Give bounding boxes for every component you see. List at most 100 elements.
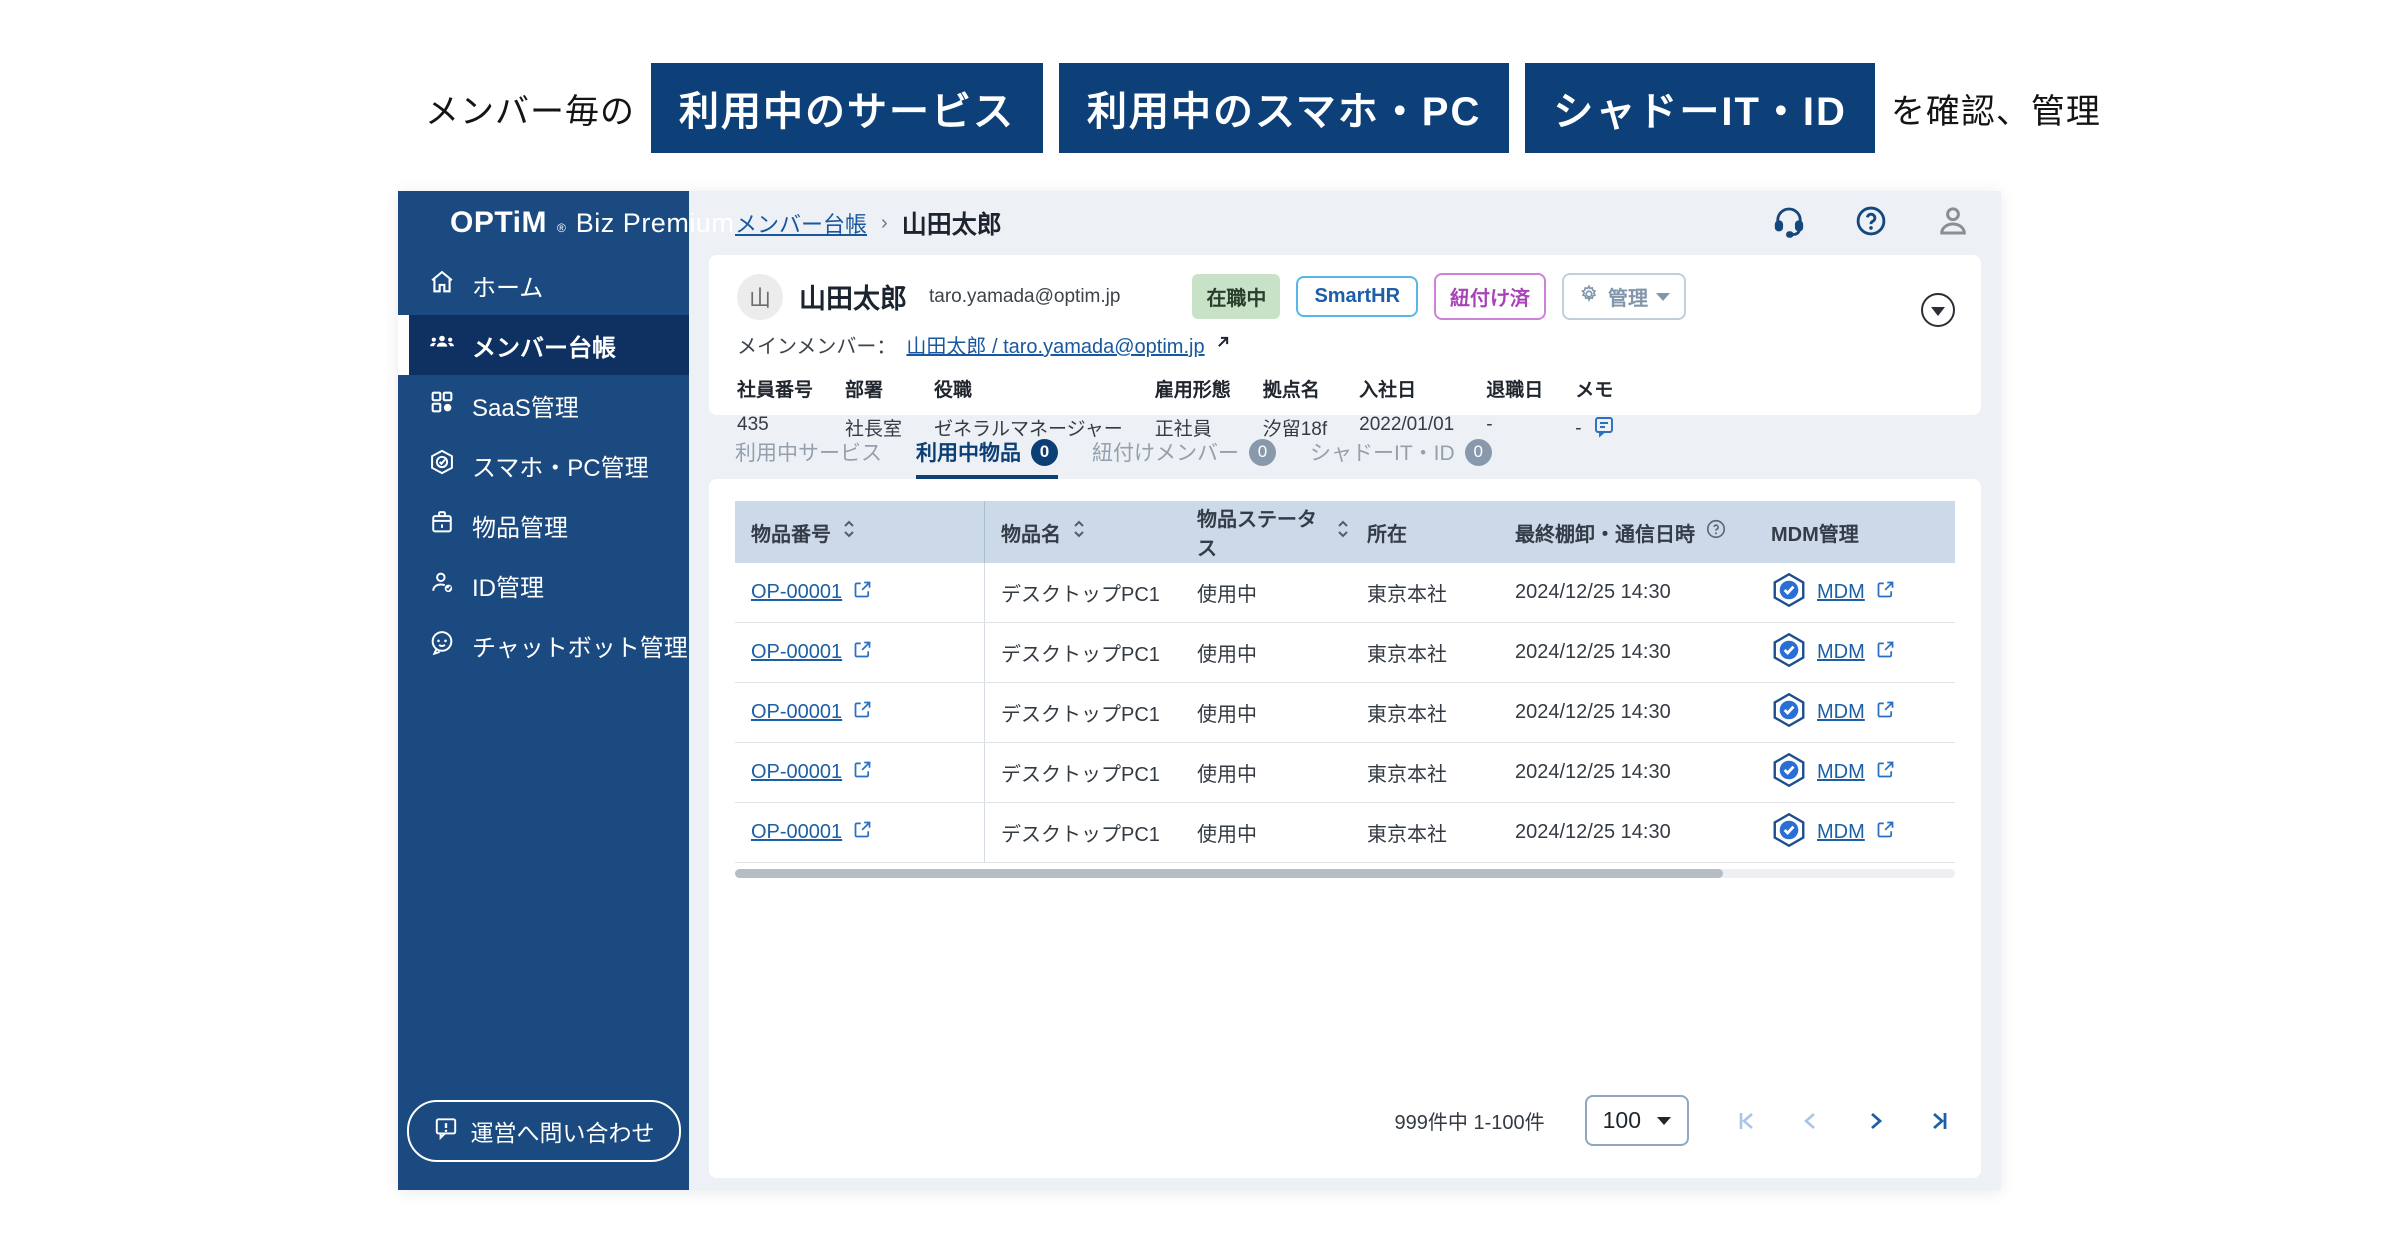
profile-badges: 在職中 SmartHR 紐付け済 管理 — [1192, 273, 1686, 320]
field-department: 部署 社長室 — [845, 375, 902, 444]
sidebar: OPTiM® Biz Premium ホーム メンバー台帳 SaaS管理 — [398, 191, 689, 1190]
external-link-icon[interactable] — [1875, 639, 1896, 666]
breadcrumb-parent-link[interactable]: メンバー台帳 — [735, 207, 867, 239]
support-headset-icon[interactable] — [1771, 203, 1807, 244]
external-link-icon[interactable] — [852, 819, 873, 846]
saas-grid-icon — [428, 388, 456, 423]
external-link-icon[interactable] — [1875, 579, 1896, 606]
col-item-no[interactable]: 物品番号 — [735, 501, 985, 563]
avatar: 山 — [737, 274, 783, 320]
external-link-icon[interactable] — [852, 759, 873, 786]
field-office: 拠点名 汐留18f — [1263, 375, 1327, 444]
item-name-cell: デスクトップPC1 — [985, 803, 1181, 862]
page-size-value: 100 — [1603, 1107, 1641, 1134]
last-datetime-cell: 2024/12/25 14:30 — [1499, 743, 1755, 802]
pagination: 999件中 1-100件 100 — [735, 1081, 1955, 1162]
info-icon[interactable] — [1705, 518, 1727, 546]
item-no-link[interactable]: OP-00001 — [751, 761, 842, 784]
mdm-shield-icon — [1771, 752, 1807, 794]
table-row: OP-00001 デスクトップPC1 使用中 東京本社 2024/12/25 1… — [735, 623, 1955, 683]
sidebar-header: OPTiM® Biz Premium — [398, 191, 689, 255]
home-icon — [428, 268, 456, 303]
item-status-cell: 使用中 — [1181, 623, 1351, 682]
sidebar-item-home[interactable]: ホーム — [398, 255, 689, 315]
mdm-link[interactable]: MDM — [1817, 821, 1865, 844]
mdm-link[interactable]: MDM — [1817, 581, 1865, 604]
item-no-link[interactable]: OP-00001 — [751, 581, 842, 604]
mdm-link[interactable]: MDM — [1817, 641, 1865, 664]
table-row: OP-00001 デスクトップPC1 使用中 東京本社 2024/12/25 1… — [735, 743, 1955, 803]
field-employment-type: 雇用形態 正社員 — [1155, 375, 1231, 444]
main-member-row: メインメンバー： 山田太郎 / taro.yamada@optim.jp — [737, 330, 1953, 359]
next-page-button[interactable] — [1863, 1109, 1887, 1133]
scrollbar-thumb[interactable] — [735, 869, 1723, 878]
account-icon[interactable] — [1935, 203, 1971, 244]
contact-support-button[interactable]: 運営へ問い合わせ — [407, 1100, 681, 1162]
headline-prefix: メンバー毎の — [425, 84, 635, 133]
mdm-link[interactable]: MDM — [1817, 761, 1865, 784]
contact-bubble-icon — [433, 1115, 459, 1147]
page-canvas: メンバー毎の 利用中のサービス 利用中のスマホ・PC シャドーIT・ID を確認… — [0, 0, 2400, 1260]
breadcrumb-current: 山田太郎 — [902, 205, 1002, 241]
item-no-link[interactable]: OP-00001 — [751, 641, 842, 664]
horizontal-scrollbar[interactable] — [735, 869, 1955, 878]
main-member-link[interactable]: 山田太郎 / taro.yamada@optim.jp — [906, 330, 1232, 359]
location-cell: 東京本社 — [1351, 743, 1499, 802]
sidebar-item-id[interactable]: ID管理 — [398, 555, 689, 615]
external-link-icon[interactable] — [852, 579, 873, 606]
sidebar-item-label: SaaS管理 — [472, 388, 579, 423]
linked-badge[interactable]: 紐付け済 — [1434, 273, 1546, 320]
sidebar-item-chatbot[interactable]: チャットボット管理 — [398, 615, 689, 675]
profile-main-row: 山 山田太郎 taro.yamada@optim.jp 在職中 SmartHR … — [737, 273, 1953, 320]
item-no-link[interactable]: OP-00001 — [751, 701, 842, 724]
sidebar-item-assets[interactable]: 物品管理 — [398, 495, 689, 555]
sort-icon[interactable] — [841, 519, 857, 545]
external-link-icon[interactable] — [1875, 819, 1896, 846]
external-link-icon[interactable] — [852, 699, 873, 726]
mdm-shield-icon — [1771, 572, 1807, 614]
external-link-icon[interactable] — [852, 639, 873, 666]
sidebar-item-label: ホーム — [472, 268, 543, 303]
items-panel: 物品番号 物品名 物品ステータス 所在 最終棚卸・ — [709, 479, 1981, 1178]
mdm-shield-icon — [1771, 632, 1807, 674]
sort-icon[interactable] — [1071, 519, 1087, 545]
headline-badge-shadow-it: シャドーIT・ID — [1525, 63, 1875, 153]
help-icon[interactable] — [1853, 203, 1889, 244]
sort-icon[interactable] — [1335, 519, 1351, 545]
item-no-link[interactable]: OP-00001 — [751, 821, 842, 844]
sidebar-item-label: メンバー台帳 — [472, 328, 616, 363]
page-size-select[interactable]: 100 — [1585, 1095, 1689, 1146]
profile-card: 山 山田太郎 taro.yamada@optim.jp 在職中 SmartHR … — [709, 255, 1981, 415]
sidebar-item-member-register[interactable]: メンバー台帳 — [398, 315, 689, 375]
smarthr-badge[interactable]: SmartHR — [1296, 276, 1418, 317]
manage-dropdown-button[interactable]: 管理 — [1562, 273, 1686, 320]
item-name-cell: デスクトップPC1 — [985, 563, 1181, 622]
main-content: メンバー台帳 › 山田太郎 山 山田太郎 taro.yamada@optim.j… — [689, 191, 2001, 1190]
col-item-name[interactable]: 物品名 — [985, 501, 1181, 563]
first-page-button[interactable] — [1735, 1109, 1759, 1133]
memo-note-icon[interactable] — [1592, 414, 1616, 444]
col-location: 所在 — [1351, 501, 1499, 563]
item-name-cell: デスクトップPC1 — [985, 743, 1181, 802]
sidebar-item-label: チャットボット管理 — [472, 628, 688, 663]
collapse-profile-button[interactable] — [1921, 293, 1955, 327]
last-datetime-cell: 2024/12/25 14:30 — [1499, 623, 1755, 682]
gear-icon — [1578, 283, 1600, 311]
members-icon — [428, 328, 456, 363]
prev-page-button[interactable] — [1799, 1109, 1823, 1133]
last-page-button[interactable] — [1927, 1109, 1951, 1133]
chevron-down-icon — [1657, 1117, 1671, 1125]
external-link-arrow-icon — [1213, 332, 1233, 358]
item-name-cell: デスクトップPC1 — [985, 623, 1181, 682]
external-link-icon[interactable] — [1875, 699, 1896, 726]
sidebar-item-saas[interactable]: SaaS管理 — [398, 375, 689, 435]
chatbot-icon — [428, 628, 456, 663]
sidebar-item-label: スマホ・PC管理 — [472, 448, 649, 483]
main-member-label: メインメンバー： — [737, 330, 896, 359]
mdm-link[interactable]: MDM — [1817, 701, 1865, 724]
member-name: 山田太郎 — [799, 277, 907, 316]
sidebar-item-device[interactable]: スマホ・PC管理 — [398, 435, 689, 495]
field-join-date: 入社日 2022/01/01 — [1359, 375, 1454, 444]
external-link-icon[interactable] — [1875, 759, 1896, 786]
col-item-status[interactable]: 物品ステータス — [1181, 501, 1351, 563]
